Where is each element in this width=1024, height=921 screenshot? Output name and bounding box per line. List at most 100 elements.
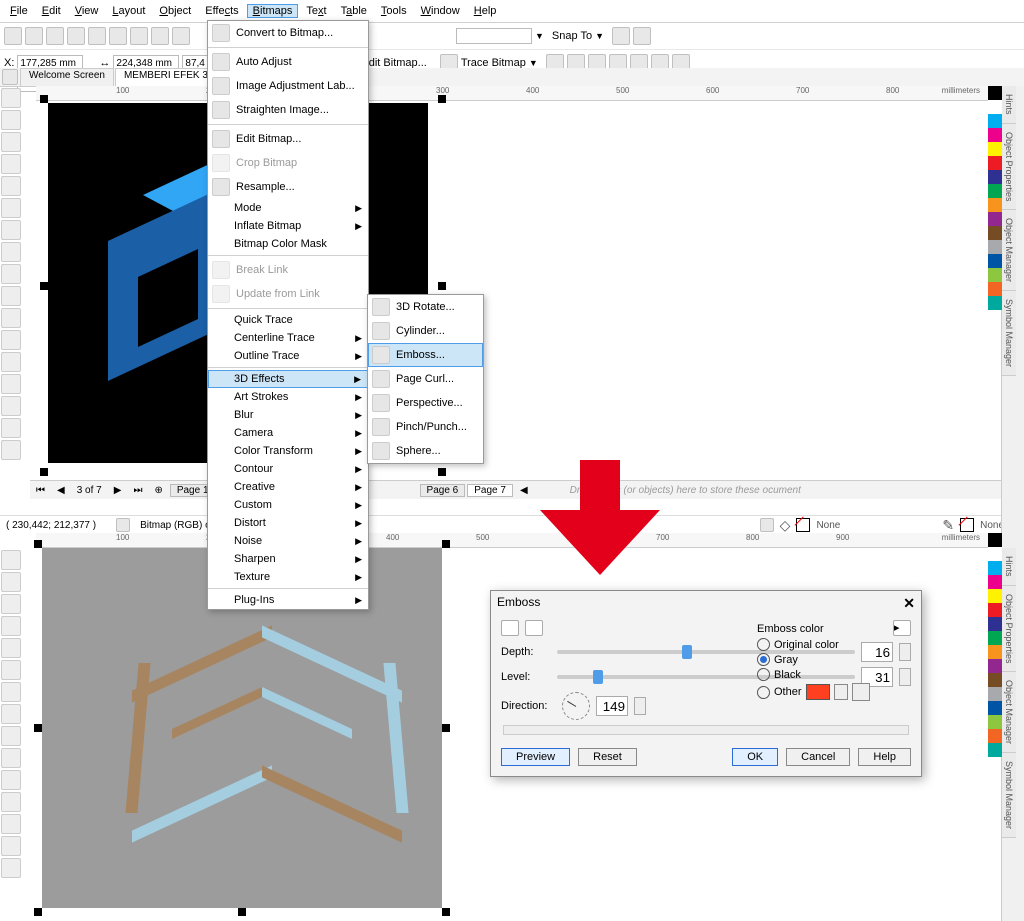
docker-hints[interactable]: Hints: [1002, 86, 1016, 124]
dimension-tool-icon[interactable]: [1, 792, 21, 812]
page-first-icon[interactable]: ⏮: [30, 485, 51, 496]
color-dropdown-icon[interactable]: [834, 684, 848, 700]
table-tool-icon[interactable]: [1, 308, 21, 328]
menu-edit[interactable]: Edit: [36, 4, 67, 18]
mi-sharpen[interactable]: Sharpen▶: [208, 550, 368, 568]
mi-resample[interactable]: Resample...: [208, 175, 368, 199]
palette-swatch[interactable]: [988, 268, 1002, 282]
outline-tool-icon[interactable]: [1, 418, 21, 438]
smi-pinch-punch[interactable]: Pinch/Punch...: [368, 415, 483, 439]
polygon-tool-icon[interactable]: [1, 726, 21, 746]
mi-noise[interactable]: Noise▶: [208, 532, 368, 550]
palette-swatch[interactable]: [988, 100, 1002, 114]
mi-blur[interactable]: Blur▶: [208, 406, 368, 424]
menu-tools[interactable]: Tools: [375, 4, 413, 18]
menu-help[interactable]: Help: [468, 4, 503, 18]
mi-bitmap-color-mask[interactable]: Bitmap Color Mask: [208, 235, 368, 253]
direction-dial[interactable]: [562, 692, 590, 720]
freehand-tool-icon[interactable]: [1, 638, 21, 658]
save-icon[interactable]: [46, 27, 64, 45]
text-tool-icon[interactable]: [1, 748, 21, 768]
snap-to-dropdown[interactable]: Snap To ▼: [547, 28, 609, 44]
cancel-button[interactable]: Cancel: [786, 748, 850, 766]
page-tab-6[interactable]: Page 6: [420, 484, 466, 497]
radio-gray[interactable]: Gray: [757, 653, 907, 666]
ellipse-tool-icon[interactable]: [1, 242, 21, 262]
palette-swatch[interactable]: [988, 282, 1002, 296]
page-add-icon[interactable]: ⊕: [148, 485, 168, 496]
palette-swatch[interactable]: [988, 296, 1002, 310]
rectangle-tool-icon[interactable]: [1, 220, 21, 240]
mi-auto-adjust[interactable]: Auto Adjust: [208, 50, 368, 74]
palette-swatch[interactable]: [988, 701, 1002, 715]
palette-swatch[interactable]: [988, 533, 1002, 547]
close-icon[interactable]: ✕: [903, 595, 915, 612]
mi-plugins[interactable]: Plug-Ins▶: [208, 591, 368, 609]
direction-input[interactable]: [596, 696, 628, 716]
page-scroll-left[interactable]: ◀: [514, 485, 534, 496]
play-icon[interactable]: [116, 518, 130, 532]
mi-image-adjustment-lab[interactable]: Image Adjustment Lab...: [208, 74, 368, 98]
palette-swatch[interactable]: [988, 547, 1002, 561]
radio-black[interactable]: Black: [757, 668, 907, 681]
artistic-media-icon[interactable]: [1, 198, 21, 218]
menu-object[interactable]: Object: [153, 4, 197, 18]
mi-camera[interactable]: Camera▶: [208, 424, 368, 442]
smi-perspective[interactable]: Perspective...: [368, 391, 483, 415]
fill-tool-icon[interactable]: [1, 440, 21, 460]
palette-swatch[interactable]: [988, 631, 1002, 645]
smi-emboss[interactable]: Emboss...: [368, 343, 483, 367]
palette-swatch[interactable]: [988, 128, 1002, 142]
menu-window[interactable]: Window: [415, 4, 466, 18]
page-last-icon[interactable]: ⏭: [127, 485, 148, 496]
preview-button[interactable]: Preview: [501, 748, 570, 766]
palette-swatch[interactable]: [988, 715, 1002, 729]
new-icon[interactable]: [4, 27, 22, 45]
menu-bitmaps[interactable]: Bitmaps: [247, 4, 299, 18]
page-prev-icon[interactable]: ◀: [51, 485, 71, 496]
preview-split-icon[interactable]: [525, 620, 543, 636]
shape-tool-icon[interactable]: [1, 110, 21, 130]
palette-swatch[interactable]: [988, 729, 1002, 743]
palette-swatch[interactable]: [988, 589, 1002, 603]
menu-text[interactable]: Text: [300, 4, 332, 18]
palette-swatch[interactable]: [988, 673, 1002, 687]
palette-swatch[interactable]: [988, 645, 1002, 659]
radio-original-color[interactable]: Original color: [757, 638, 907, 651]
docker-object-properties[interactable]: Object Properties: [1002, 586, 1016, 673]
mi-art-strokes[interactable]: Art Strokes▶: [208, 388, 368, 406]
fill-indicator-icon[interactable]: [760, 518, 774, 532]
docker-hints[interactable]: Hints: [1002, 548, 1016, 586]
other-color-swatch[interactable]: [806, 684, 830, 700]
rectangle-tool-icon[interactable]: [1, 682, 21, 702]
ellipse-tool-icon[interactable]: [1, 704, 21, 724]
palette-swatch[interactable]: [988, 212, 1002, 226]
pick-tool-icon[interactable]: [2, 69, 18, 85]
docker-symbol-manager[interactable]: Symbol Manager: [1002, 291, 1016, 376]
palette-swatch[interactable]: [988, 226, 1002, 240]
smi-3d-rotate[interactable]: 3D Rotate...: [368, 295, 483, 319]
dropper-tool-icon[interactable]: [1, 396, 21, 416]
docker-symbol-manager[interactable]: Symbol Manager: [1002, 753, 1016, 838]
polygon-tool-icon[interactable]: [1, 264, 21, 284]
reset-button[interactable]: Reset: [578, 748, 637, 766]
docker-object-manager[interactable]: Object Manager: [1002, 672, 1016, 753]
copy-icon[interactable]: [109, 27, 127, 45]
palette-swatch[interactable]: [988, 114, 1002, 128]
mi-inflate-bitmap[interactable]: Inflate Bitmap▶: [208, 217, 368, 235]
help-button[interactable]: Help: [858, 748, 911, 766]
palette-swatch[interactable]: [988, 142, 1002, 156]
palette-swatch[interactable]: [988, 156, 1002, 170]
smi-cylinder[interactable]: Cylinder...: [368, 319, 483, 343]
menu-view[interactable]: View: [69, 4, 105, 18]
mi-mode[interactable]: Mode▶: [208, 199, 368, 217]
mi-color-transform[interactable]: Color Transform▶: [208, 442, 368, 460]
connector-tool-icon[interactable]: [1, 814, 21, 834]
radio-other[interactable]: Other: [757, 683, 907, 701]
palette-swatch[interactable]: [988, 659, 1002, 673]
mi-3d-effects[interactable]: 3D Effects▶: [208, 370, 368, 388]
freehand-tool-icon[interactable]: [1, 176, 21, 196]
mi-distort[interactable]: Distort▶: [208, 514, 368, 532]
docker-object-properties[interactable]: Object Properties: [1002, 124, 1016, 211]
mi-texture[interactable]: Texture▶: [208, 568, 368, 586]
